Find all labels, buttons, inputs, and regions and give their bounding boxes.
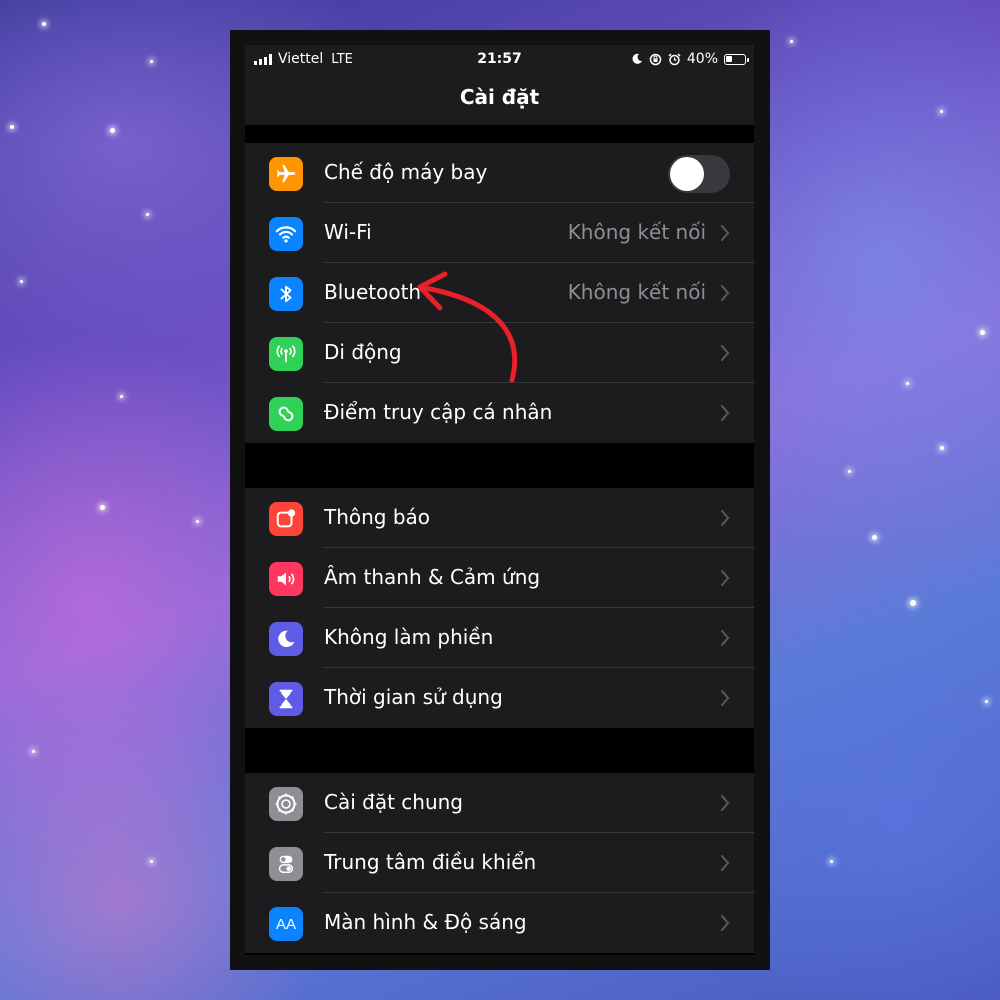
battery-icon: [724, 53, 749, 65]
toggle-knob: [670, 157, 704, 191]
star: [906, 382, 909, 385]
settings-row-personal-hotspot[interactable]: Điểm truy cập cá nhân: [245, 383, 754, 443]
settings-row-general[interactable]: Cài đặt chung: [245, 773, 754, 833]
page-title: Cài đặt: [459, 85, 540, 109]
settings-row-wifi[interactable]: Wi-Fi Không kết nối: [245, 203, 754, 263]
chevron-right-icon: [721, 690, 730, 706]
sound-icon: [269, 562, 303, 596]
star: [910, 600, 916, 606]
row-label: Điểm truy cập cá nhân: [324, 400, 553, 424]
star: [872, 535, 877, 540]
wifi-icon: [269, 217, 303, 251]
row-value: Không kết nối: [567, 220, 706, 244]
chevron-right-icon: [721, 915, 730, 931]
status-bar: Viettel LTE 21:57 40%: [245, 45, 754, 73]
star: [32, 750, 35, 753]
status-right: 40%: [631, 51, 749, 67]
cellular-icon: [269, 337, 303, 371]
display-icon: AA: [269, 907, 303, 941]
airplane-mode-toggle[interactable]: [668, 155, 730, 193]
chevron-right-icon: [721, 795, 730, 811]
chevron-right-icon: [721, 345, 730, 361]
star: [42, 22, 46, 26]
row-label: Cài đặt chung: [324, 790, 464, 814]
star: [830, 860, 833, 863]
chevron-right-icon: [721, 630, 730, 646]
star: [790, 40, 793, 43]
control-center-icon: [269, 847, 303, 881]
settings-row-airplane-mode[interactable]: Chế độ máy bay: [245, 143, 754, 203]
moon-status-icon: [632, 53, 642, 64]
row-label: Âm thanh & Cảm ứng: [324, 565, 541, 589]
settings-row-do-not-disturb[interactable]: Không làm phiền: [245, 608, 754, 668]
gear-icon: [269, 787, 303, 821]
chevron-right-icon: [721, 225, 730, 241]
hourglass-icon: [269, 682, 303, 716]
bluetooth-icon: [269, 277, 303, 311]
notifications-icon: [269, 502, 303, 536]
row-label: Thông báo: [324, 505, 431, 529]
star: [150, 860, 153, 863]
display-icon-text: AA: [275, 915, 296, 933]
row-label: Màn hình & Độ sáng: [324, 910, 527, 934]
row-value: Không kết nối: [567, 280, 706, 304]
settings-group-notifications: Thông báo Âm thanh & Cảm ứng Không làm p…: [245, 488, 754, 728]
star: [146, 213, 149, 216]
row-label: Thời gian sử dụng: [324, 685, 503, 709]
star: [196, 520, 199, 523]
phone-screen: Viettel LTE 21:57 40% Cài đặt Chế độ máy…: [245, 45, 754, 955]
navigation-bar: Viettel LTE 21:57 40% Cài đặt: [245, 45, 754, 125]
settings-row-notifications[interactable]: Thông báo: [245, 488, 754, 548]
star: [100, 505, 105, 510]
settings-row-bluetooth[interactable]: Bluetooth Không kết nối: [245, 263, 754, 323]
chevron-right-icon: [721, 855, 730, 871]
star: [150, 60, 153, 63]
star: [980, 330, 985, 335]
row-label: Không làm phiền: [324, 625, 494, 649]
star: [10, 125, 14, 129]
star: [940, 446, 944, 450]
star: [940, 110, 943, 113]
row-label: Wi-Fi: [324, 220, 372, 244]
settings-row-control-center[interactable]: Trung tâm điều khiển: [245, 833, 754, 893]
settings-row-sounds-haptics[interactable]: Âm thanh & Cảm ứng: [245, 548, 754, 608]
rotation-lock-icon: [649, 53, 662, 65]
hotspot-icon: [269, 397, 303, 431]
star: [110, 128, 115, 133]
chevron-right-icon: [721, 285, 730, 301]
settings-row-display-brightness[interactable]: AA Màn hình & Độ sáng: [245, 893, 754, 953]
settings-group-general: Cài đặt chung Trung tâm điều khiển AA Mà…: [245, 773, 754, 953]
star: [985, 700, 988, 703]
row-label: Di động: [324, 340, 402, 364]
moon-icon: [269, 622, 303, 656]
airplane-icon: [269, 157, 303, 191]
row-label: Trung tâm điều khiển: [324, 850, 537, 874]
star: [20, 280, 23, 283]
chevron-right-icon: [721, 510, 730, 526]
chevron-right-icon: [721, 405, 730, 421]
settings-group-connectivity: Chế độ máy bay Wi-Fi Không kết nối Bluet…: [245, 143, 754, 443]
settings-row-screen-time[interactable]: Thời gian sử dụng: [245, 668, 754, 728]
chevron-right-icon: [721, 570, 730, 586]
row-label: Chế độ máy bay: [324, 160, 488, 184]
battery-percent: 40%: [686, 51, 718, 67]
settings-row-cellular[interactable]: Di động: [245, 323, 754, 383]
alarm-icon: [668, 52, 681, 65]
row-label: Bluetooth: [324, 280, 422, 304]
star: [120, 395, 123, 398]
star: [848, 470, 851, 473]
